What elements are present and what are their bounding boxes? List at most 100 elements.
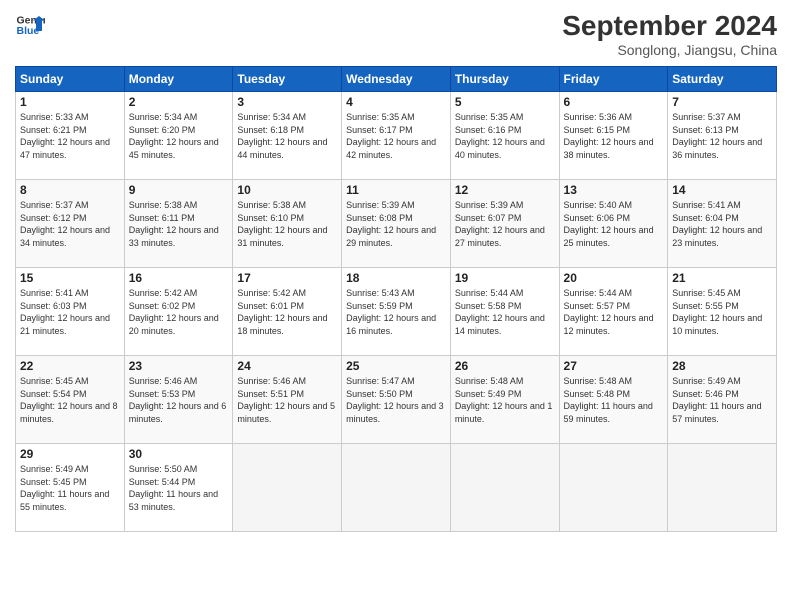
calendar-day-cell: 6Sunrise: 5:36 AMSunset: 6:15 PMDaylight…	[559, 92, 668, 180]
day-number: 20	[564, 271, 664, 285]
calendar: Sunday Monday Tuesday Wednesday Thursday…	[15, 66, 777, 532]
day-info: Sunrise: 5:34 AMSunset: 6:20 PMDaylight:…	[129, 111, 229, 161]
logo-icon: General Blue	[15, 10, 45, 40]
day-info: Sunrise: 5:39 AMSunset: 6:07 PMDaylight:…	[455, 199, 555, 249]
day-info: Sunrise: 5:49 AMSunset: 5:45 PMDaylight:…	[20, 463, 120, 513]
calendar-day-cell: 4 Sunrise: 5:35 AMSunset: 6:17 PMDaylight…	[342, 92, 451, 180]
calendar-day-cell: 8Sunrise: 5:37 AMSunset: 6:12 PMDaylight…	[16, 180, 125, 268]
day-number: 22	[20, 359, 120, 373]
calendar-day-cell: 15 Sunrise: 5:41 AMSunset: 6:03 PMDayligh…	[16, 268, 125, 356]
day-number: 10	[237, 183, 337, 197]
day-info: Sunrise: 5:34 AMSunset: 6:18 PMDaylight:…	[237, 111, 337, 161]
calendar-day-cell	[559, 444, 668, 532]
day-info: Sunrise: 5:40 AMSunset: 6:06 PMDaylight:…	[564, 199, 664, 249]
day-number: 19	[455, 271, 555, 285]
calendar-day-cell: 28 Sunrise: 5:49 AMSunset: 5:46 PMDayligh…	[668, 356, 777, 444]
header-thursday: Thursday	[450, 67, 559, 92]
page-container: General Blue September 2024 Songlong, Ji…	[0, 0, 792, 612]
day-number: 14	[672, 183, 772, 197]
day-number: 25	[346, 359, 446, 373]
day-number: 4	[346, 95, 446, 109]
day-info: Sunrise: 5:49 AMSunset: 5:46 PMDaylight:…	[672, 375, 772, 425]
day-info: Sunrise: 5:38 AMSunset: 6:10 PMDaylight:…	[237, 199, 337, 249]
day-number: 28	[672, 359, 772, 373]
calendar-day-cell: 14Sunrise: 5:41 AMSunset: 6:04 PMDayligh…	[668, 180, 777, 268]
calendar-day-cell: 10 Sunrise: 5:38 AMSunset: 6:10 PMDayligh…	[233, 180, 342, 268]
calendar-day-cell	[668, 444, 777, 532]
calendar-day-cell: 22Sunrise: 5:45 AMSunset: 5:54 PMDayligh…	[16, 356, 125, 444]
calendar-week-row: 29 Sunrise: 5:49 AMSunset: 5:45 PMDayligh…	[16, 444, 777, 532]
logo: General Blue	[15, 10, 45, 40]
day-number: 21	[672, 271, 772, 285]
calendar-day-cell: 13 Sunrise: 5:40 AMSunset: 6:06 PMDayligh…	[559, 180, 668, 268]
day-info: Sunrise: 5:42 AMSunset: 6:02 PMDaylight:…	[129, 287, 229, 337]
day-info: Sunrise: 5:46 AMSunset: 5:51 PMDaylight:…	[237, 375, 337, 425]
day-number: 23	[129, 359, 229, 373]
calendar-day-cell	[233, 444, 342, 532]
day-info: Sunrise: 5:35 AMSunset: 6:17 PMDaylight:…	[346, 111, 446, 161]
calendar-day-cell: 2Sunrise: 5:34 AMSunset: 6:20 PMDaylight…	[124, 92, 233, 180]
day-number: 12	[455, 183, 555, 197]
day-info: Sunrise: 5:44 AMSunset: 5:57 PMDaylight:…	[564, 287, 664, 337]
svg-text:Blue: Blue	[17, 25, 40, 37]
day-number: 16	[129, 271, 229, 285]
calendar-day-cell	[342, 444, 451, 532]
day-number: 9	[129, 183, 229, 197]
day-info: Sunrise: 5:33 AMSunset: 6:21 PMDaylight:…	[20, 111, 120, 161]
calendar-week-row: 1 Sunrise: 5:33 AMSunset: 6:21 PMDaylight…	[16, 92, 777, 180]
calendar-day-cell: 19 Sunrise: 5:44 AMSunset: 5:58 PMDayligh…	[450, 268, 559, 356]
calendar-day-cell: 17 Sunrise: 5:42 AMSunset: 6:01 PMDayligh…	[233, 268, 342, 356]
day-number: 26	[455, 359, 555, 373]
day-info: Sunrise: 5:46 AMSunset: 5:53 PMDaylight:…	[129, 375, 229, 425]
calendar-week-row: 22Sunrise: 5:45 AMSunset: 5:54 PMDayligh…	[16, 356, 777, 444]
day-number: 15	[20, 271, 120, 285]
day-info: Sunrise: 5:48 AMSunset: 5:48 PMDaylight:…	[564, 375, 664, 425]
calendar-day-cell	[450, 444, 559, 532]
day-info: Sunrise: 5:38 AMSunset: 6:11 PMDaylight:…	[129, 199, 229, 249]
day-info: Sunrise: 5:36 AMSunset: 6:15 PMDaylight:…	[564, 111, 664, 161]
day-number: 18	[346, 271, 446, 285]
day-info: Sunrise: 5:35 AMSunset: 6:16 PMDaylight:…	[455, 111, 555, 161]
day-info: Sunrise: 5:42 AMSunset: 6:01 PMDaylight:…	[237, 287, 337, 337]
day-info: Sunrise: 5:50 AMSunset: 5:44 PMDaylight:…	[129, 463, 229, 513]
day-number: 29	[20, 447, 120, 461]
title-block: September 2024 Songlong, Jiangsu, China	[562, 10, 777, 58]
calendar-day-cell: 16 Sunrise: 5:42 AMSunset: 6:02 PMDayligh…	[124, 268, 233, 356]
calendar-day-cell: 18 Sunrise: 5:43 AMSunset: 5:59 PMDayligh…	[342, 268, 451, 356]
day-number: 3	[237, 95, 337, 109]
day-info: Sunrise: 5:41 AMSunset: 6:03 PMDaylight:…	[20, 287, 120, 337]
calendar-day-cell: 24 Sunrise: 5:46 AMSunset: 5:51 PMDayligh…	[233, 356, 342, 444]
calendar-day-cell: 11 Sunrise: 5:39 AMSunset: 6:08 PMDayligh…	[342, 180, 451, 268]
header-saturday: Saturday	[668, 67, 777, 92]
day-number: 17	[237, 271, 337, 285]
day-number: 13	[564, 183, 664, 197]
day-number: 30	[129, 447, 229, 461]
calendar-week-row: 8Sunrise: 5:37 AMSunset: 6:12 PMDaylight…	[16, 180, 777, 268]
calendar-day-cell: 3 Sunrise: 5:34 AMSunset: 6:18 PMDaylight…	[233, 92, 342, 180]
day-info: Sunrise: 5:37 AMSunset: 6:13 PMDaylight:…	[672, 111, 772, 161]
day-number: 24	[237, 359, 337, 373]
day-number: 11	[346, 183, 446, 197]
day-info: Sunrise: 5:43 AMSunset: 5:59 PMDaylight:…	[346, 287, 446, 337]
header: General Blue September 2024 Songlong, Ji…	[15, 10, 777, 58]
header-sunday: Sunday	[16, 67, 125, 92]
calendar-day-cell: 1 Sunrise: 5:33 AMSunset: 6:21 PMDaylight…	[16, 92, 125, 180]
calendar-day-cell: 20 Sunrise: 5:44 AMSunset: 5:57 PMDayligh…	[559, 268, 668, 356]
calendar-day-cell: 29 Sunrise: 5:49 AMSunset: 5:45 PMDayligh…	[16, 444, 125, 532]
day-number: 8	[20, 183, 120, 197]
calendar-day-cell: 21 Sunrise: 5:45 AMSunset: 5:55 PMDayligh…	[668, 268, 777, 356]
day-info: Sunrise: 5:48 AMSunset: 5:49 PMDaylight:…	[455, 375, 555, 425]
day-info: Sunrise: 5:39 AMSunset: 6:08 PMDaylight:…	[346, 199, 446, 249]
subtitle: Songlong, Jiangsu, China	[562, 42, 777, 58]
header-monday: Monday	[124, 67, 233, 92]
header-tuesday: Tuesday	[233, 67, 342, 92]
calendar-day-cell: 12 Sunrise: 5:39 AMSunset: 6:07 PMDayligh…	[450, 180, 559, 268]
day-info: Sunrise: 5:44 AMSunset: 5:58 PMDaylight:…	[455, 287, 555, 337]
calendar-day-cell: 5Sunrise: 5:35 AMSunset: 6:16 PMDaylight…	[450, 92, 559, 180]
day-number: 7	[672, 95, 772, 109]
calendar-day-cell: 9 Sunrise: 5:38 AMSunset: 6:11 PMDaylight…	[124, 180, 233, 268]
calendar-day-cell: 30 Sunrise: 5:50 AMSunset: 5:44 PMDayligh…	[124, 444, 233, 532]
day-info: Sunrise: 5:45 AMSunset: 5:55 PMDaylight:…	[672, 287, 772, 337]
day-number: 1	[20, 95, 120, 109]
calendar-day-cell: 26 Sunrise: 5:48 AMSunset: 5:49 PMDayligh…	[450, 356, 559, 444]
